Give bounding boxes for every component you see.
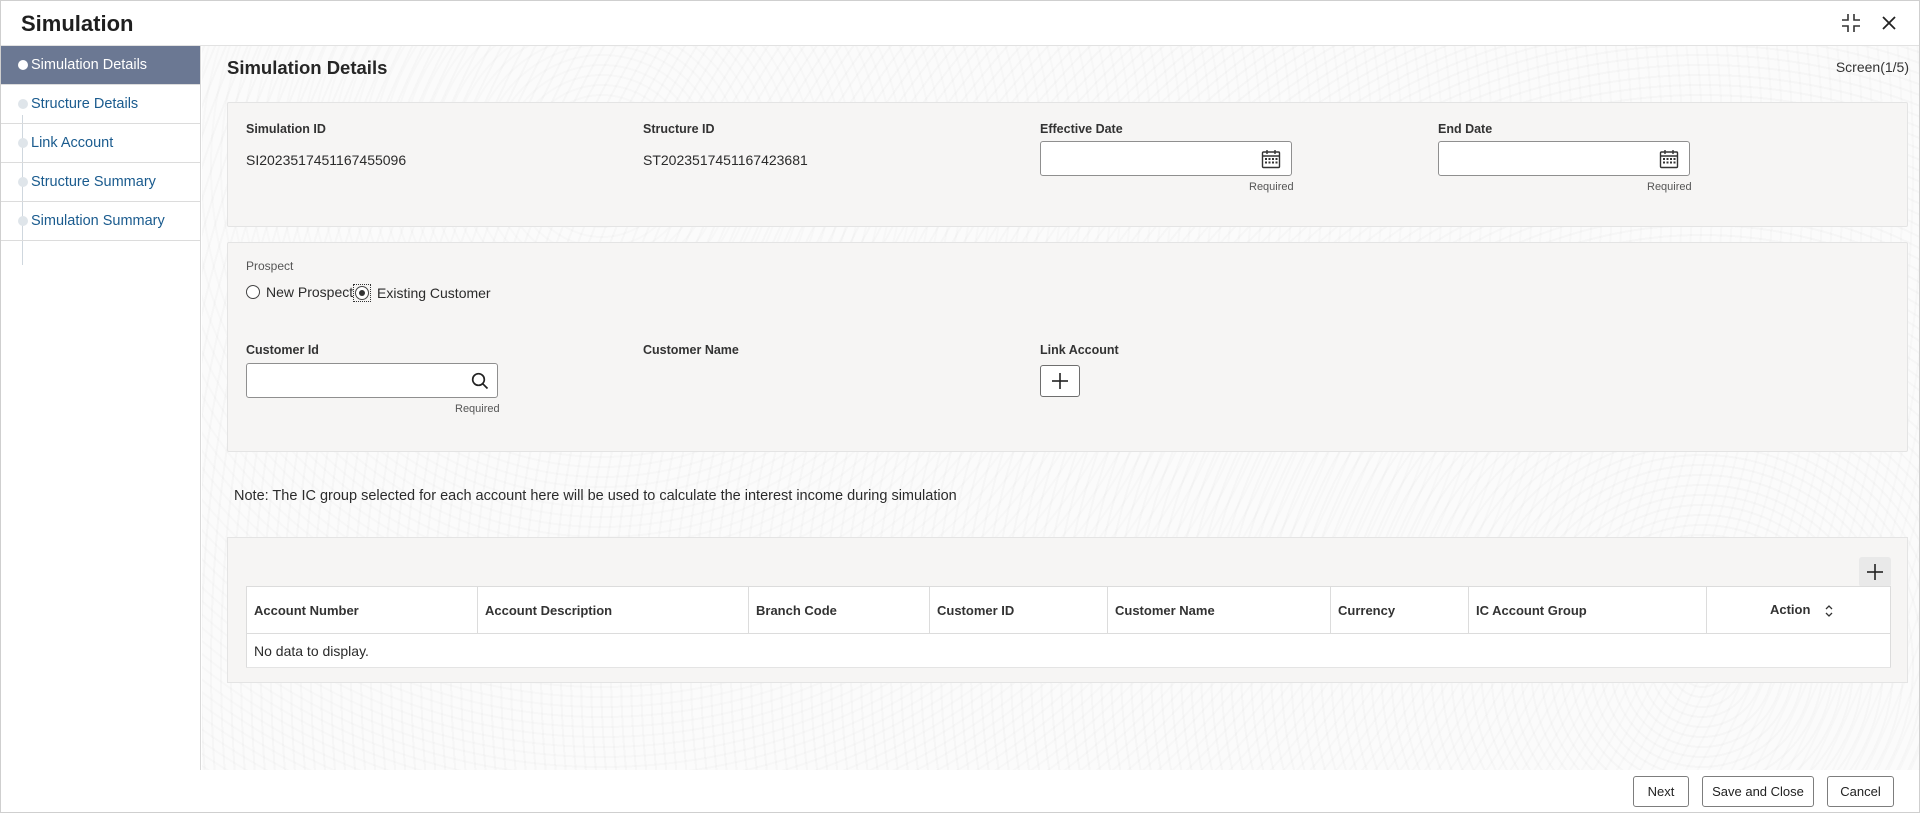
window-title: Simulation	[21, 11, 134, 36]
structure-id-label: Structure ID	[643, 122, 715, 136]
plus-icon	[1867, 564, 1883, 580]
sidebar-item-label: Simulation Details	[31, 57, 148, 73]
end-date-label: End Date	[1438, 122, 1493, 136]
step-dot-icon	[18, 216, 28, 226]
effective-date-required: Required	[1249, 181, 1294, 193]
window-controls	[1839, 11, 1901, 35]
sidebar-item-structure-details[interactable]: Structure Details	[1, 85, 200, 124]
radio-existing-customer[interactable]: Existing Customer	[353, 284, 491, 302]
empty-message: No data to display.	[246, 633, 1891, 668]
wizard-sidebar: Simulation Details Structure Details Lin…	[1, 46, 201, 770]
search-icon[interactable]	[471, 372, 489, 390]
sidebar-item-label: Structure Details	[31, 96, 139, 112]
calendar-icon[interactable]	[1659, 149, 1679, 169]
details-panel: Simulation ID SI2023517451167455096 Stru…	[227, 102, 1908, 227]
end-date-field[interactable]	[1438, 141, 1690, 176]
effective-date-label: Effective Date	[1040, 122, 1123, 136]
radio-label: Existing Customer	[377, 285, 491, 301]
plus-icon	[1052, 373, 1068, 389]
table-header-row: Account Number Account Description Branc…	[246, 586, 1891, 634]
col-customer-id[interactable]: Customer ID	[929, 586, 1108, 634]
footer-bar: Next Save and Close Cancel	[1, 770, 1919, 813]
sidebar-item-simulation-summary[interactable]: Simulation Summary	[1, 202, 200, 241]
customer-id-input[interactable]	[246, 363, 498, 398]
add-row-button[interactable]	[1859, 557, 1891, 587]
close-icon[interactable]	[1877, 11, 1901, 35]
page-title: Simulation Details	[227, 57, 388, 78]
radio-new-prospect[interactable]: New Prospect	[246, 284, 353, 300]
screen-indicator: Screen(1/5)	[1835, 59, 1909, 75]
calendar-icon[interactable]	[1261, 149, 1281, 169]
sort-icon[interactable]	[1824, 604, 1834, 618]
table-empty-row: No data to display.	[246, 633, 1891, 668]
col-ic-account-group[interactable]: IC Account Group	[1468, 586, 1707, 634]
next-button[interactable]: Next	[1633, 776, 1689, 807]
sidebar-item-link-account[interactable]: Link Account	[1, 124, 200, 163]
radio-button-checked[interactable]	[355, 286, 369, 300]
cancel-button[interactable]: Cancel	[1827, 776, 1894, 807]
step-dot-icon	[18, 138, 28, 148]
structure-id-value: ST2023517451167423681	[643, 152, 808, 168]
simulation-id-label: Simulation ID	[246, 122, 326, 136]
radio-focus-ring	[353, 284, 371, 302]
radio-label: New Prospect	[266, 284, 354, 300]
ic-group-note: Note: The IC group selected for each acc…	[234, 488, 957, 504]
step-dot-icon	[18, 60, 28, 70]
col-action[interactable]: Action	[1706, 586, 1891, 634]
col-account-number[interactable]: Account Number	[246, 586, 478, 634]
customer-id-required: Required	[455, 403, 500, 415]
link-account-add-button[interactable]	[1040, 365, 1080, 397]
col-branch-code[interactable]: Branch Code	[748, 586, 930, 634]
end-date-required: Required	[1647, 181, 1692, 193]
accounts-grid-panel: Account Number Account Description Branc…	[227, 537, 1908, 683]
step-dot-icon	[18, 99, 28, 109]
effective-date-field[interactable]	[1040, 141, 1292, 176]
customer-id-label: Customer Id	[246, 343, 319, 357]
title-bar: Simulation	[1, 1, 1919, 46]
accounts-table: Account Number Account Description Branc…	[246, 586, 1891, 668]
customer-name-label: Customer Name	[643, 343, 739, 357]
col-currency[interactable]: Currency	[1330, 586, 1469, 634]
prospect-panel: Prospect New Prospect Existing Customer …	[227, 242, 1908, 452]
sidebar-item-label: Structure Summary	[31, 174, 156, 190]
col-account-description[interactable]: Account Description	[477, 586, 749, 634]
step-dot-icon	[18, 177, 28, 187]
radio-button[interactable]	[246, 285, 260, 299]
sidebar-item-label: Simulation Summary	[31, 213, 165, 229]
main-content: Simulation Details Screen(1/5) Simulatio…	[202, 46, 1919, 770]
simulation-id-value: SI2023517451167455096	[246, 152, 407, 168]
save-and-close-button[interactable]: Save and Close	[1702, 776, 1814, 807]
sidebar-item-label: Link Account	[31, 135, 114, 151]
sidebar-item-structure-summary[interactable]: Structure Summary	[1, 163, 200, 202]
link-account-label: Link Account	[1040, 343, 1119, 357]
simulation-window: Simulation Simulation Details Structure …	[0, 0, 1920, 813]
collapse-icon[interactable]	[1839, 11, 1863, 35]
col-customer-name[interactable]: Customer Name	[1107, 586, 1331, 634]
prospect-label: Prospect	[246, 259, 294, 273]
col-action-label: Action	[1769, 602, 1811, 618]
sidebar-item-simulation-details[interactable]: Simulation Details	[1, 46, 200, 85]
